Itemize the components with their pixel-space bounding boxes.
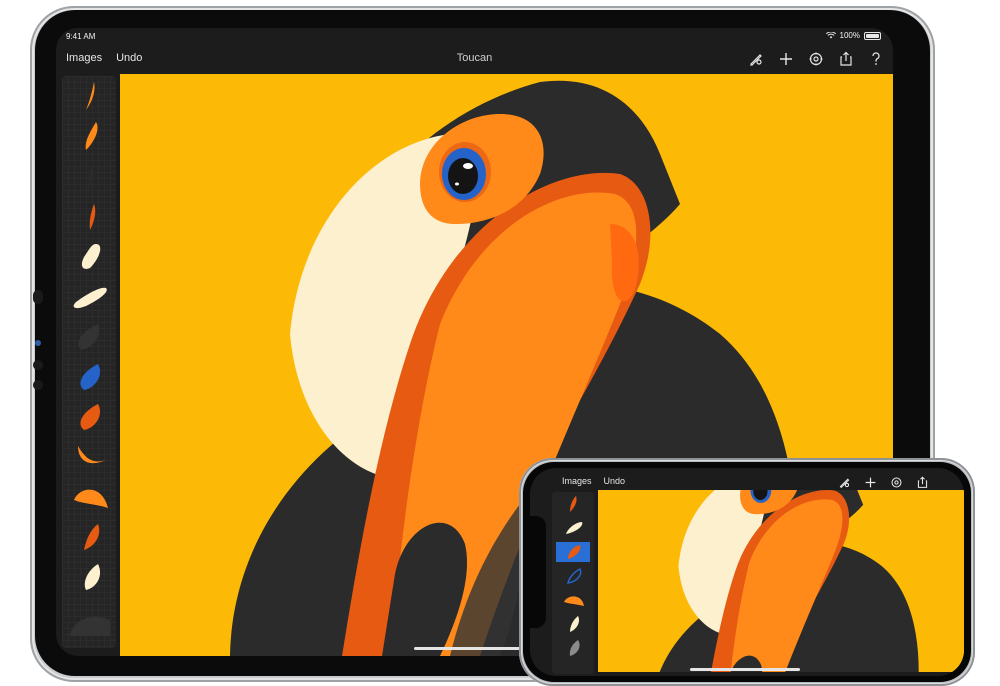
toucan-artwork xyxy=(598,490,964,672)
iphone-drawing-canvas[interactable] xyxy=(598,490,964,672)
iphone-layers-panel[interactable] xyxy=(552,492,594,674)
layers-panel[interactable] xyxy=(62,76,116,648)
ipad-side-button xyxy=(33,360,43,370)
help-icon[interactable] xyxy=(866,49,885,68)
brush-icon[interactable] xyxy=(746,49,765,68)
layer-thumbnail[interactable] xyxy=(66,78,112,116)
share-icon[interactable] xyxy=(836,49,855,68)
gear-icon[interactable] xyxy=(888,474,904,490)
brush-icon[interactable] xyxy=(836,474,852,490)
status-time: 9:41 AM xyxy=(66,32,96,41)
layer-thumbnail[interactable] xyxy=(66,278,112,316)
layer-thumbnail[interactable] xyxy=(66,518,112,556)
layer-thumbnail[interactable] xyxy=(556,518,590,538)
layer-thumbnail[interactable] xyxy=(66,118,112,156)
layer-thumbnail[interactable] xyxy=(66,398,112,436)
layer-thumbnail[interactable] xyxy=(66,602,112,640)
ipad-side-button xyxy=(33,290,43,304)
layer-thumbnail[interactable] xyxy=(66,478,112,516)
layer-thumbnail[interactable] xyxy=(66,358,112,396)
layer-thumbnail[interactable] xyxy=(556,614,590,634)
layer-thumbnail-selected[interactable] xyxy=(556,542,590,562)
layer-thumbnail[interactable] xyxy=(66,438,112,476)
layer-thumbnail[interactable] xyxy=(66,558,112,596)
images-button[interactable]: Images xyxy=(562,476,592,486)
wifi-icon xyxy=(825,32,836,39)
status-bar: 9:41 AM 100% xyxy=(56,28,893,44)
layer-thumbnail[interactable] xyxy=(66,198,112,236)
share-icon[interactable] xyxy=(914,474,930,490)
iphone-notch xyxy=(530,516,546,628)
layer-thumbnail[interactable] xyxy=(556,590,590,610)
undo-button[interactable]: Undo xyxy=(604,476,626,486)
layer-thumbnail[interactable] xyxy=(66,318,112,356)
status-right: 100% xyxy=(825,31,881,40)
gear-icon[interactable] xyxy=(806,49,825,68)
layer-thumbnail[interactable] xyxy=(66,238,112,276)
layer-thumbnail[interactable] xyxy=(556,566,590,586)
battery-percent: 100% xyxy=(839,31,860,40)
layer-thumbnail[interactable] xyxy=(66,158,112,196)
iphone-screen: Images Undo xyxy=(530,468,964,676)
plus-icon[interactable] xyxy=(776,49,795,68)
ipad-toolbar: Images Undo Toucan xyxy=(56,46,893,72)
ipad-side-button xyxy=(33,380,43,390)
iphone-home-indicator xyxy=(690,668,800,671)
ipad-camera-indicator xyxy=(35,340,41,346)
home-indicator xyxy=(414,647,534,650)
plus-icon[interactable] xyxy=(862,474,878,490)
layer-thumbnail[interactable] xyxy=(556,494,590,514)
battery-icon xyxy=(864,31,881,40)
layer-thumbnail[interactable] xyxy=(556,638,590,658)
